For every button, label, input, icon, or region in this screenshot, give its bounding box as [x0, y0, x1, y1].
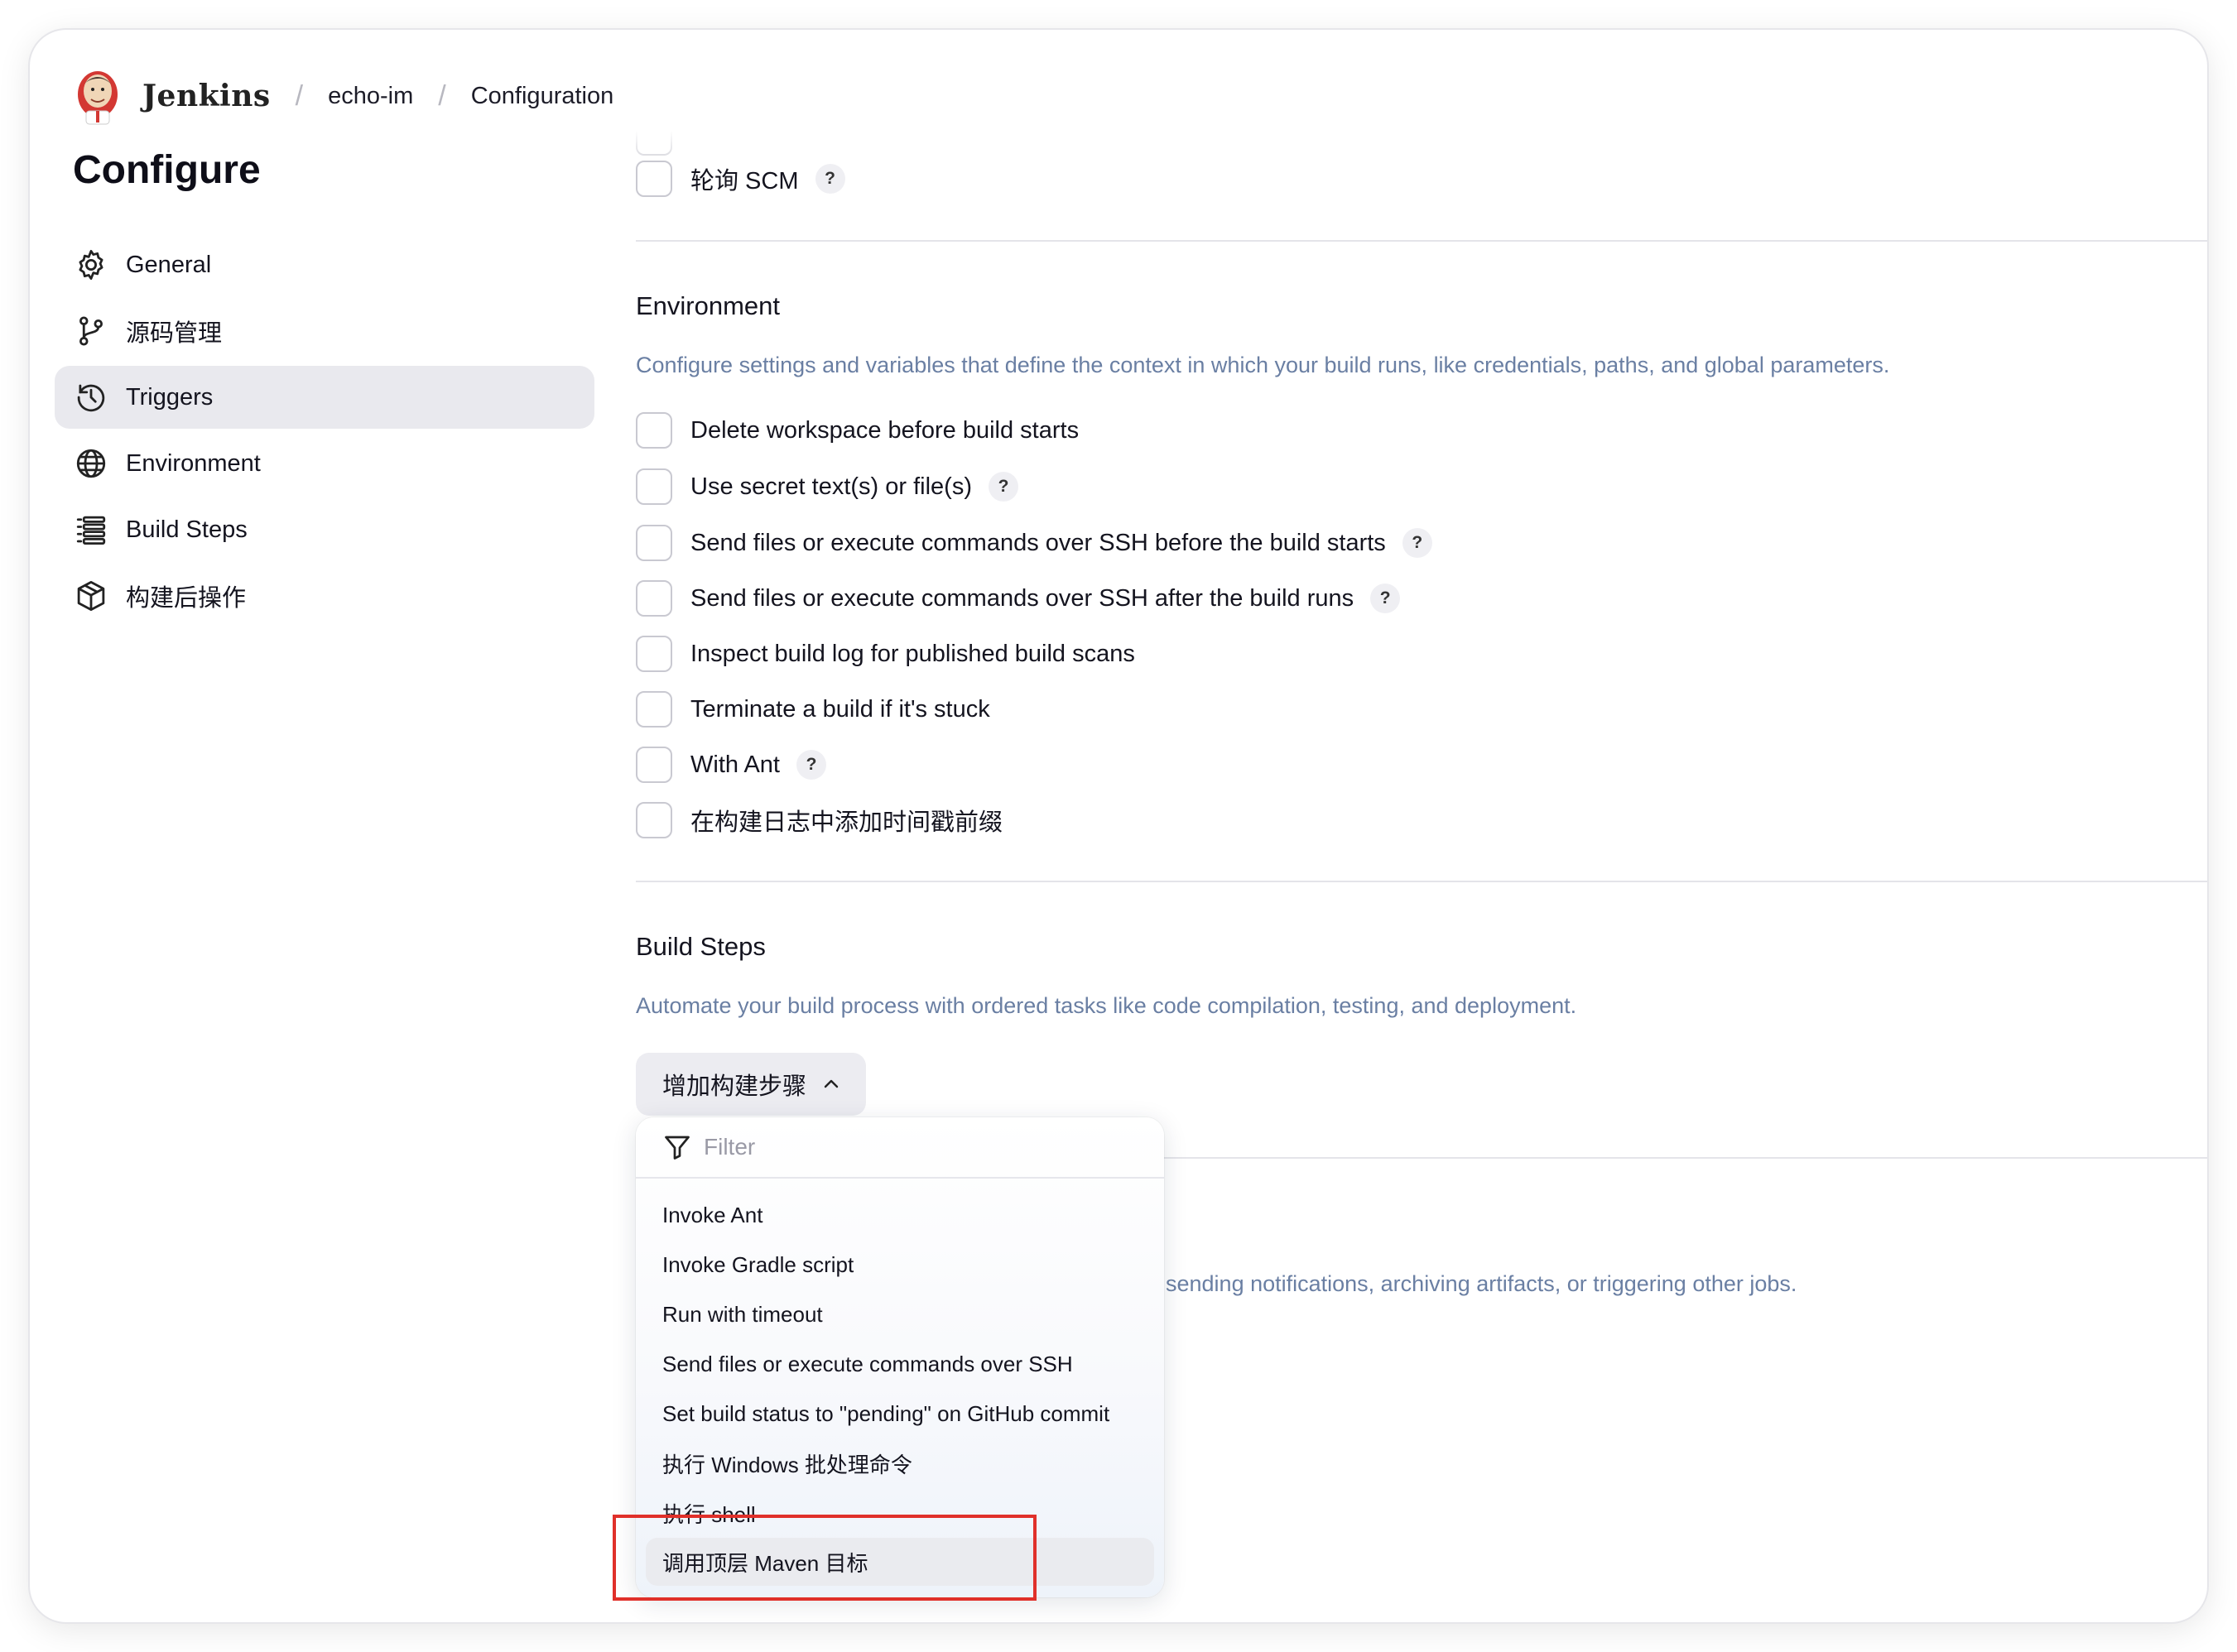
breadcrumb-configuration[interactable]: Configuration [471, 83, 614, 110]
gear-icon [73, 247, 109, 283]
menu-item-windows-batch[interactable]: 执行 Windows 批处理命令 [636, 1438, 1164, 1488]
section-divider [636, 240, 2207, 242]
filter-input[interactable] [704, 1134, 1118, 1160]
menu-item-invoke-gradle[interactable]: Invoke Gradle script [636, 1240, 1164, 1289]
option-label: Use secret text(s) or file(s) [690, 473, 972, 500]
checkbox[interactable] [636, 525, 672, 561]
browser-window: Jenkins / echo-im / Configuration Config… [30, 30, 2207, 1622]
add-build-step-label: 增加构建步骤 [662, 1073, 807, 1100]
sidebar-item-post-build[interactable]: 构建后操作 [55, 564, 594, 627]
option-ssh-before[interactable]: Send files or execute commands over SSH … [636, 525, 1432, 561]
chevron-up-icon [824, 1079, 839, 1088]
brand-name[interactable]: Jenkins [142, 79, 271, 113]
help-icon[interactable]: ? [1402, 528, 1432, 558]
menu-item-run-with-timeout[interactable]: Run with timeout [636, 1289, 1164, 1339]
main-content: 轮询 SCM ? Environment Configure settings … [636, 30, 2207, 1622]
help-icon[interactable]: ? [796, 750, 826, 780]
breadcrumb-separator: / [295, 79, 304, 112]
checkbox[interactable] [636, 802, 672, 838]
sidebar-item-label: Build Steps [126, 516, 248, 543]
sidebar-item-general[interactable]: General [55, 233, 594, 296]
option-label: Send files or execute commands over SSH … [690, 529, 1386, 556]
branch-icon [73, 313, 109, 349]
sidebar: General 源码管理 Triggers Environment Build … [55, 233, 594, 631]
sidebar-item-source-code[interactable]: 源码管理 [55, 300, 594, 363]
option-label: Delete workspace before build starts [690, 416, 1080, 444]
environment-section-description: Configure settings and variables that de… [636, 353, 1890, 377]
sidebar-item-environment[interactable]: Environment [55, 432, 594, 495]
post-build-section-description: sending notifications, archiving artifac… [1166, 1271, 1797, 1296]
jenkins-logo-icon[interactable] [71, 66, 124, 126]
package-icon [73, 578, 109, 614]
dropdown-filter [636, 1117, 1164, 1179]
menu-item-github-pending[interactable]: Set build status to "pending" on GitHub … [636, 1389, 1164, 1438]
option-label: 轮询 SCM [690, 168, 799, 194]
option-label: Send files or execute commands over SSH … [690, 584, 1354, 612]
option-secret-text[interactable]: Use secret text(s) or file(s) ? [636, 468, 1018, 505]
menu-item-invoke-ant[interactable]: Invoke Ant [636, 1190, 1164, 1240]
header: Jenkins / echo-im / Configuration [71, 55, 613, 137]
checkbox[interactable] [636, 636, 672, 672]
option-label: Terminate a build if it's stuck [690, 695, 990, 723]
build-steps-section-title: Build Steps [636, 932, 766, 961]
sidebar-item-label: 源码管理 [126, 320, 223, 347]
section-divider [636, 881, 2207, 882]
sidebar-item-build-steps[interactable]: Build Steps [55, 498, 594, 561]
option-timestamp-prefix[interactable]: 在构建日志中添加时间戳前缀 [636, 802, 1003, 838]
option-terminate-stuck[interactable]: Terminate a build if it's stuck [636, 691, 990, 728]
checkbox[interactable] [636, 161, 672, 197]
breadcrumb-project[interactable]: echo-im [328, 83, 413, 110]
list-icon [73, 511, 109, 548]
annotation-highlight-box [613, 1515, 1037, 1601]
option-with-ant[interactable]: With Ant ? [636, 747, 826, 783]
option-ssh-after[interactable]: Send files or execute commands over SSH … [636, 580, 1401, 617]
help-icon[interactable]: ? [989, 472, 1018, 502]
checkbox[interactable] [636, 747, 672, 783]
option-inspect-build-log[interactable]: Inspect build log for published build sc… [636, 636, 1135, 672]
checkbox[interactable] [636, 468, 672, 505]
help-icon[interactable]: ? [815, 164, 845, 194]
clock-icon [73, 379, 109, 415]
option-label: Inspect build log for published build sc… [690, 640, 1135, 667]
filter-icon [665, 1136, 690, 1160]
help-icon[interactable]: ? [1370, 583, 1401, 613]
menu-item-ssh[interactable]: Send files or execute commands over SSH [636, 1339, 1164, 1389]
checkbox[interactable] [636, 412, 672, 449]
option-delete-workspace[interactable]: Delete workspace before build starts [636, 412, 1079, 449]
sidebar-item-label: 构建后操作 [126, 585, 247, 612]
sidebar-item-label: Triggers [126, 383, 214, 411]
breadcrumb-separator: / [438, 79, 446, 112]
environment-section-title: Environment [636, 291, 781, 320]
option-label: 在构建日志中添加时间戳前缀 [690, 809, 1003, 836]
page-title: Configure [73, 148, 261, 192]
checkbox[interactable] [636, 691, 672, 728]
option-label: With Ant [690, 751, 780, 778]
add-build-step-button[interactable]: 增加构建步骤 [636, 1053, 866, 1116]
sidebar-item-label: General [126, 251, 212, 278]
checkbox[interactable] [636, 580, 672, 617]
build-steps-section-description: Automate your build process with ordered… [636, 993, 1577, 1018]
sidebar-item-label: Environment [126, 449, 261, 477]
option-poll-scm[interactable]: 轮询 SCM ? [636, 161, 845, 197]
sidebar-item-triggers[interactable]: Triggers [55, 366, 594, 429]
globe-icon [73, 445, 109, 482]
